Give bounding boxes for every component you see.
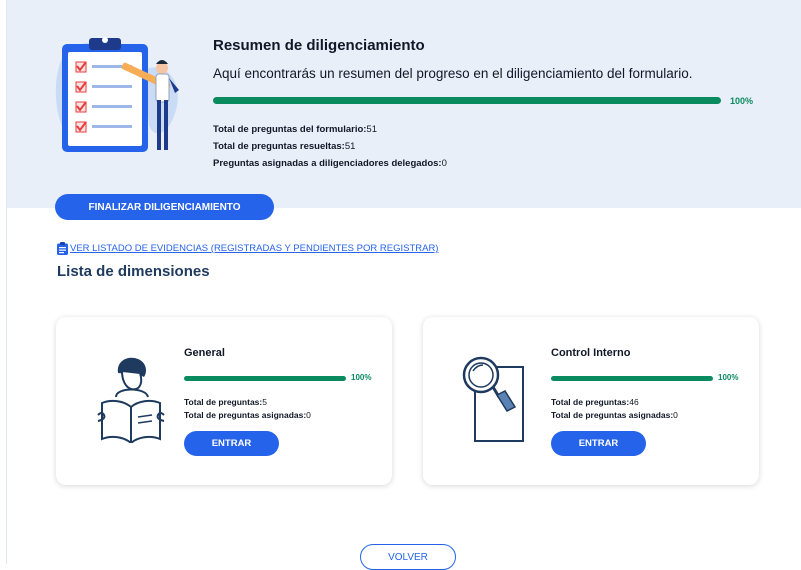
card-assigned-questions: Total de preguntas asignadas:0 bbox=[184, 410, 311, 420]
summary-progress-label: 100% bbox=[730, 96, 754, 106]
stat-label: Total de preguntas: bbox=[184, 397, 263, 407]
dimension-card-control-interno: Control Interno 100% Total de preguntas:… bbox=[423, 317, 759, 485]
summary-title: Resumen de diligenciamiento bbox=[213, 37, 425, 54]
summary-progress-bar bbox=[213, 97, 721, 104]
stat-value: 0 bbox=[441, 158, 447, 169]
card-title: General bbox=[184, 347, 225, 359]
stat-label: Total de preguntas asignadas: bbox=[551, 410, 674, 420]
enter-button[interactable]: ENTRAR bbox=[184, 431, 279, 456]
stat-resolved-questions: Total de preguntas resueltas:51 bbox=[213, 141, 355, 152]
stat-label: Total de preguntas asignadas: bbox=[184, 410, 307, 420]
clipboard-checklist-icon bbox=[55, 37, 179, 152]
card-progress-label: 100% bbox=[718, 373, 739, 382]
card-progress-label: 100% bbox=[351, 373, 372, 382]
summary-description: Aquí encontrarás un resumen del progreso… bbox=[213, 66, 693, 81]
evidence-list-link[interactable]: VER LISTADO DE EVIDENCIAS (REGISTRADAS Y… bbox=[70, 243, 438, 254]
reading-person-icon bbox=[97, 357, 165, 443]
stat-value: 5 bbox=[262, 397, 267, 407]
card-total-questions: Total de preguntas:46 bbox=[551, 397, 639, 407]
card-title: Control Interno bbox=[551, 347, 631, 359]
stat-label: Preguntas asignadas a diligenciadores de… bbox=[213, 158, 442, 169]
stat-value: 0 bbox=[673, 410, 678, 420]
stat-delegated-questions: Preguntas asignadas a diligenciadores de… bbox=[213, 158, 447, 169]
clipboard-list-icon bbox=[57, 242, 68, 255]
evidence-link-row[interactable]: VER LISTADO DE EVIDENCIAS (REGISTRADAS Y… bbox=[57, 242, 438, 255]
stat-label: Total de preguntas del formulario: bbox=[213, 124, 367, 135]
card-progress-bar bbox=[551, 376, 713, 381]
dimension-card-general: General 100% Total de preguntas:5 Total … bbox=[56, 317, 392, 485]
finish-button[interactable]: FINALIZAR DILIGENCIAMIENTO bbox=[55, 194, 274, 220]
card-total-questions: Total de preguntas:5 bbox=[184, 397, 267, 407]
magnifier-document-icon bbox=[462, 356, 524, 442]
stat-label: Total de preguntas resueltas: bbox=[213, 141, 345, 152]
stat-value: 51 bbox=[344, 141, 356, 152]
stat-value: 0 bbox=[306, 410, 311, 420]
stat-value: 46 bbox=[629, 397, 639, 407]
card-progress-bar bbox=[184, 376, 346, 381]
stat-total-questions: Total de preguntas del formulario:51 bbox=[213, 124, 377, 135]
back-button[interactable]: VOLVER bbox=[360, 544, 456, 570]
dimensions-title: Lista de dimensiones bbox=[57, 263, 210, 280]
card-assigned-questions: Total de preguntas asignadas:0 bbox=[551, 410, 678, 420]
stat-value: 51 bbox=[366, 124, 377, 135]
enter-button[interactable]: ENTRAR bbox=[551, 431, 646, 456]
stat-label: Total de preguntas: bbox=[551, 397, 630, 407]
